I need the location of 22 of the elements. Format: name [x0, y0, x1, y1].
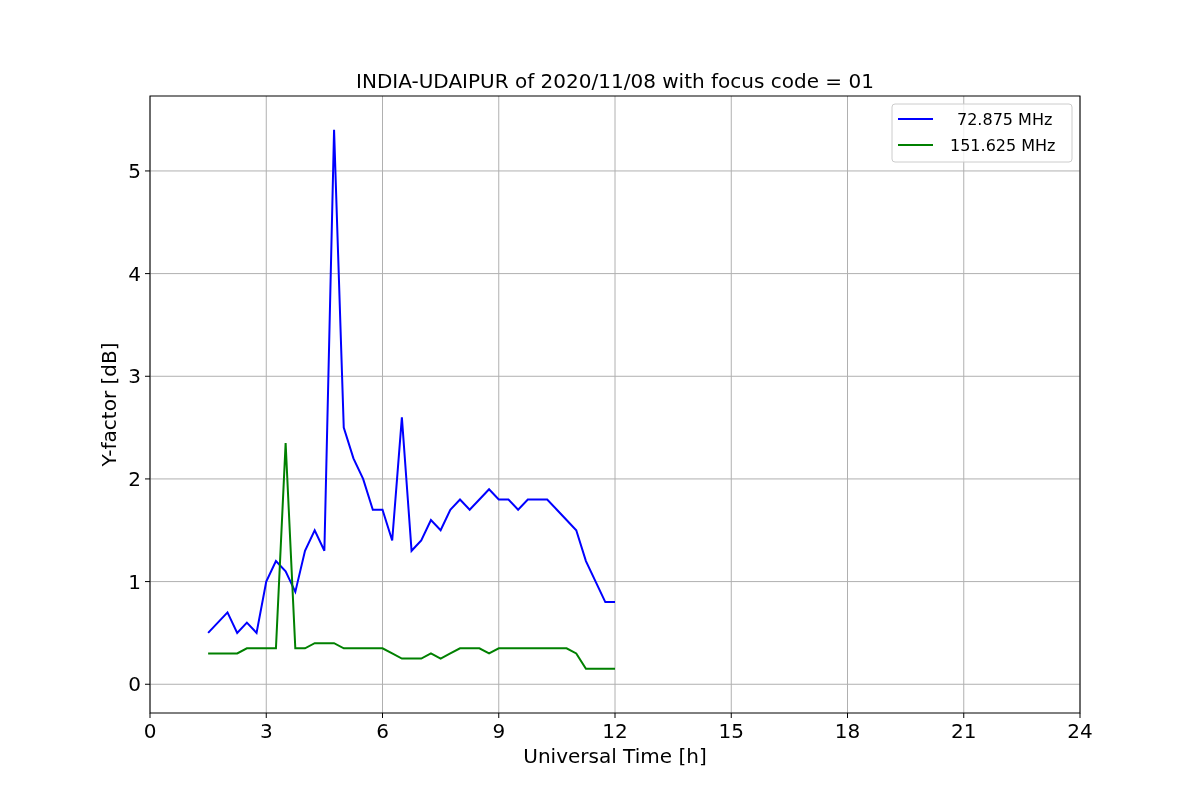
x-tick-label: 9 [492, 719, 506, 743]
x-tick-label: 24 [1067, 719, 1093, 743]
x-tick-label: 0 [143, 719, 157, 743]
y-tick-label: 2 [128, 466, 141, 491]
y-tick-label: 5 [128, 158, 141, 183]
legend-line-icon [897, 144, 934, 146]
x-tick-label: 12 [602, 719, 628, 743]
y-tick-label: 1 [128, 569, 141, 594]
x-axis-label: Universal Time [h] [523, 744, 707, 768]
x-tick-label: 21 [951, 719, 977, 743]
legend-line-icon [897, 118, 934, 120]
x-tick-label: 3 [259, 719, 273, 743]
y-tick-label: 4 [128, 261, 141, 286]
x-tick-label: 18 [834, 719, 861, 743]
y-tick-label: 3 [128, 364, 141, 389]
x-tick-label: 6 [376, 719, 389, 743]
x-tick-label: 15 [718, 719, 744, 743]
chart-title: INDIA-UDAIPUR of 2020/11/08 with focus code = 01 [356, 69, 874, 93]
legend-label: 151.625 MHz [950, 136, 1056, 155]
y-tick-label: 0 [128, 672, 141, 697]
y-axis-label: Y-factor [dB] [97, 342, 121, 467]
legend-label: 72.875 MHz [957, 110, 1053, 129]
